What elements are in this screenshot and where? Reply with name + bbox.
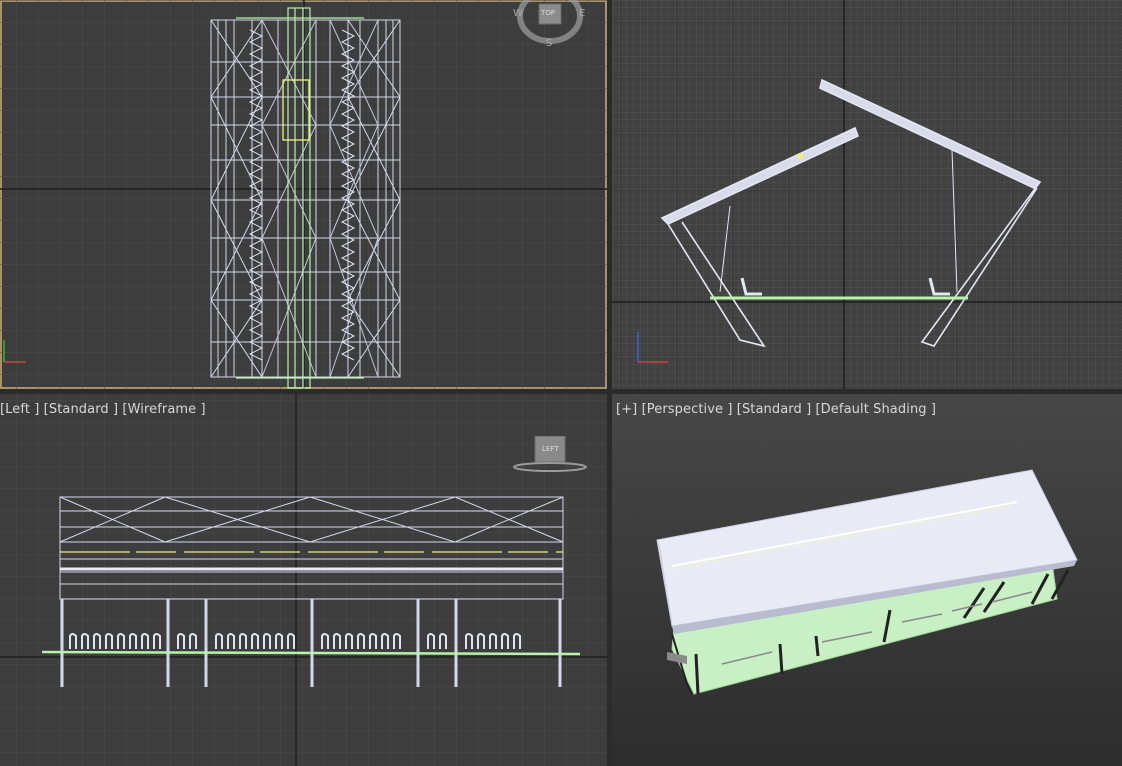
viewport-divider-vertical[interactable] bbox=[607, 0, 612, 766]
top-view-canvas[interactable] bbox=[0, 0, 607, 389]
compass-west: W bbox=[513, 8, 523, 19]
compass-east: E bbox=[579, 8, 586, 19]
viewport-left-label[interactable]: [Left ] [Standard ] [Wireframe ] bbox=[0, 402, 206, 417]
viewcube-face-label: TOP bbox=[541, 9, 556, 17]
viewcube-face-label: LEFT bbox=[542, 445, 559, 453]
viewport-left[interactable]: LEFT [Left ] [Standard ] [Wireframe ] bbox=[0, 394, 607, 766]
canopy-model-perspective bbox=[656, 469, 1078, 695]
viewport-front[interactable] bbox=[612, 0, 1122, 390]
perspective-view-canvas[interactable] bbox=[612, 394, 1122, 766]
viewport-perspective[interactable]: [+] [Perspective ] [Standard ] [Default … bbox=[612, 394, 1122, 766]
viewcube-left[interactable]: LEFT bbox=[512, 436, 588, 472]
selected-point-front bbox=[797, 153, 803, 159]
viewcube-top[interactable]: TOP W E S bbox=[513, 0, 586, 50]
viewport-divider-horizontal[interactable] bbox=[0, 389, 1122, 394]
viewport-perspective-label[interactable]: [+] [Perspective ] [Standard ] [Default … bbox=[616, 402, 936, 417]
compass-south: S bbox=[546, 38, 553, 49]
viewport-top[interactable]: TOP W E S bbox=[0, 0, 607, 389]
front-view-canvas[interactable] bbox=[612, 0, 1122, 390]
